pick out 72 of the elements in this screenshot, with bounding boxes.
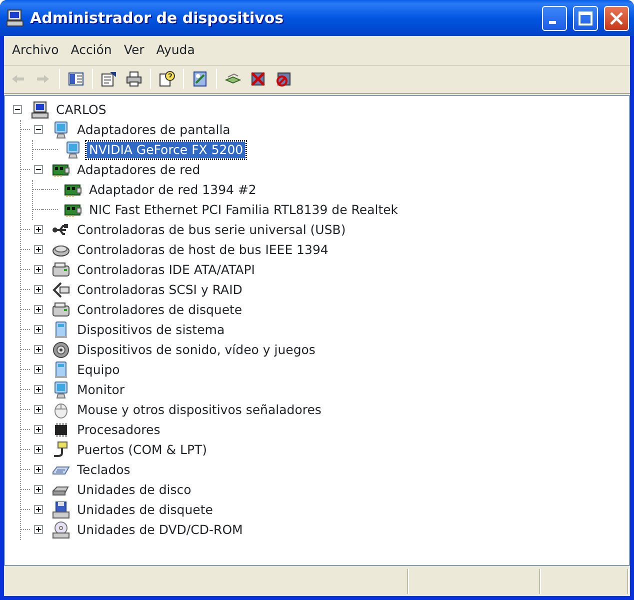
minimize-button[interactable]: [542, 6, 567, 30]
collapse-icon[interactable]: [34, 165, 42, 174]
tree-item[interactable]: CARLOS: [53, 100, 110, 119]
collapse-icon[interactable]: [12, 105, 22, 114]
tree-item[interactable]: Unidades de disco: [74, 480, 194, 499]
tree-item[interactable]: Mouse y otros dispositivos señaladores: [74, 400, 324, 419]
tree-item[interactable]: Teclados: [74, 460, 134, 479]
help-icon: [159, 71, 175, 88]
tree-item[interactable]: Controladoras de bus serie universal (USB): [74, 220, 349, 239]
floppy-drive-icon: [52, 500, 70, 519]
menu-item[interactable]: Ayuda: [150, 39, 201, 62]
tree-item[interactable]: Adaptadores de pantalla: [74, 120, 234, 139]
tree-item[interactable]: NIC Fast Ethernet PCI Familia RTL8139 de Realtek: [86, 200, 402, 219]
tree-item[interactable]: Equipo: [74, 360, 123, 379]
expand-icon[interactable]: [34, 485, 42, 494]
computer-tower-icon: [52, 320, 70, 339]
close-icon: [609, 10, 624, 26]
uninstall-icon: [250, 71, 266, 88]
drive-controller-icon: [52, 300, 70, 319]
menu-item[interactable]: Acción: [64, 39, 118, 62]
tree-item[interactable]: Dispositivos de sistema: [74, 320, 228, 339]
expand-icon[interactable]: [34, 305, 42, 314]
expand-icon[interactable]: [34, 405, 42, 414]
tree-item[interactable]: Controladores de disquete: [74, 300, 246, 319]
speaker-icon: [52, 340, 70, 359]
menu-item[interactable]: Archivo: [6, 39, 65, 62]
monitor-icon: [52, 380, 70, 399]
tree-item[interactable]: Controladoras IDE ATA/ATAPI: [74, 260, 258, 279]
port-icon: [52, 440, 70, 459]
expand-icon[interactable]: [34, 345, 42, 354]
expand-icon[interactable]: [34, 385, 42, 394]
drive-controller-icon: [52, 260, 70, 279]
mouse-icon: [52, 400, 70, 419]
window-title: Administrador de dispositivos: [30, 8, 285, 29]
tree-item[interactable]: Unidades de disquete: [74, 500, 216, 519]
expand-icon[interactable]: [34, 465, 42, 474]
minimize-icon: [549, 21, 556, 24]
tree-item[interactable]: Monitor: [74, 380, 128, 399]
printer-icon: [126, 71, 142, 88]
tree-pane-icon: [68, 71, 84, 88]
expand-icon[interactable]: [34, 245, 42, 254]
maximize-icon: [578, 10, 593, 26]
tree-item[interactable]: Dispositivos de sonido, vídeo y juegos: [74, 340, 318, 359]
collapse-icon[interactable]: [34, 125, 42, 134]
computer-tower-icon: [52, 360, 70, 379]
expand-icon[interactable]: [34, 425, 42, 434]
menu-item[interactable]: Ver: [118, 39, 150, 62]
cd-drive-icon: [52, 520, 70, 539]
tree-item[interactable]: NVIDIA GeForce FX 5200: [86, 140, 246, 159]
monitor-icon: [64, 140, 82, 159]
maximize-button[interactable]: [573, 6, 598, 30]
tree-item[interactable]: Controladoras de host de bus IEEE 1394: [74, 240, 332, 259]
tree-item[interactable]: Unidades de DVD/CD-ROM: [74, 520, 246, 539]
close-button[interactable]: [604, 6, 629, 30]
properties-icon: [101, 71, 117, 88]
tree-item[interactable]: Procesadores: [74, 420, 164, 439]
tree-item[interactable]: Puertos (COM & LPT): [74, 440, 210, 459]
expand-icon[interactable]: [34, 505, 42, 514]
expand-icon[interactable]: [34, 325, 42, 334]
computer-icon: [6, 9, 24, 27]
tree-item[interactable]: Adaptador de red 1394 #2: [86, 180, 260, 199]
monitor-icon: [52, 120, 70, 139]
computer-icon: [31, 100, 49, 119]
tree-item[interactable]: Adaptadores de red: [74, 160, 204, 179]
expand-icon[interactable]: [34, 265, 42, 274]
expand-icon[interactable]: [34, 285, 42, 294]
expand-icon[interactable]: [34, 525, 42, 534]
disable-icon: [275, 71, 291, 88]
expand-icon[interactable]: [34, 445, 42, 454]
tree-item[interactable]: Controladoras SCSI y RAID: [74, 280, 246, 299]
expand-icon[interactable]: [34, 225, 42, 234]
expand-icon[interactable]: [34, 365, 42, 374]
